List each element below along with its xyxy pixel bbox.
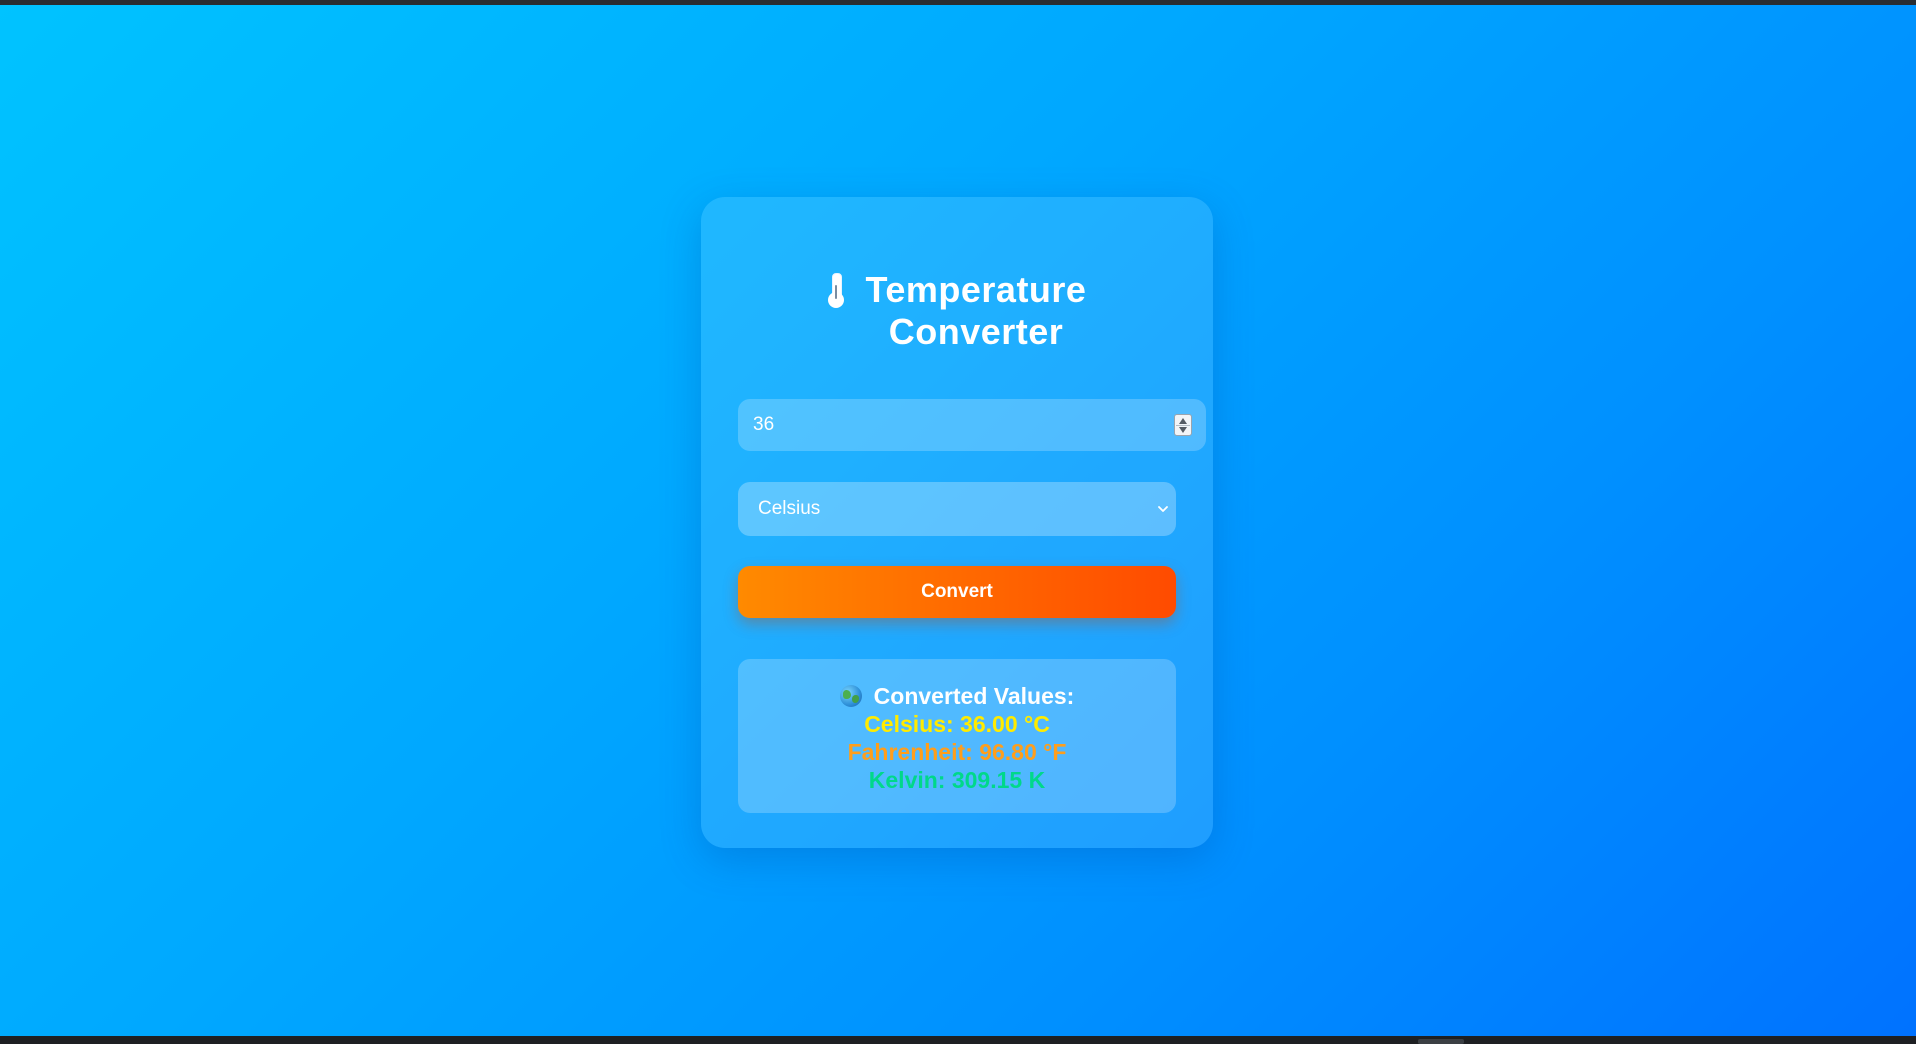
stepper-up-icon[interactable]: [1179, 418, 1187, 424]
chevron-down-icon[interactable]: [1156, 502, 1170, 516]
temperature-input[interactable]: 36: [738, 399, 1206, 451]
celsius-result: Celsius: 36.00 °C: [864, 711, 1050, 737]
globe-icon: [839, 685, 862, 707]
results-heading: Converted Values:: [738, 682, 1176, 710]
title-line-1: Temperature: [865, 269, 1087, 310]
thermometer-icon: [827, 273, 844, 308]
kelvin-result: Kelvin: 309.15 K: [868, 767, 1046, 793]
stepper-divider: [1176, 425, 1190, 426]
title-text: Temperature Converter: [866, 269, 1087, 353]
stepper-down-icon[interactable]: [1179, 427, 1187, 433]
page-title: Temperature Converter: [701, 269, 1213, 353]
bottom-handle: [1418, 1039, 1464, 1044]
results-panel: Converted Values: Celsius: 36.00 °C Fahr…: [738, 659, 1176, 813]
title-row: Temperature Converter: [827, 269, 1087, 353]
page-background: Temperature Converter 36 Celsius Convert: [0, 5, 1916, 1036]
converter-card: Temperature Converter 36 Celsius Convert: [701, 197, 1213, 848]
fahrenheit-result: Fahrenheit: 96.80 °F: [847, 739, 1067, 765]
temperature-input-value[interactable]: 36: [753, 414, 774, 436]
title-line-2: Converter: [888, 311, 1064, 352]
bottom-bar: [0, 1036, 1916, 1044]
unit-select-value[interactable]: Celsius: [758, 498, 820, 520]
convert-button[interactable]: Convert: [738, 566, 1176, 618]
unit-select[interactable]: Celsius: [738, 482, 1176, 536]
number-stepper[interactable]: [1174, 414, 1192, 436]
results-heading-text: Converted Values:: [873, 683, 1075, 709]
